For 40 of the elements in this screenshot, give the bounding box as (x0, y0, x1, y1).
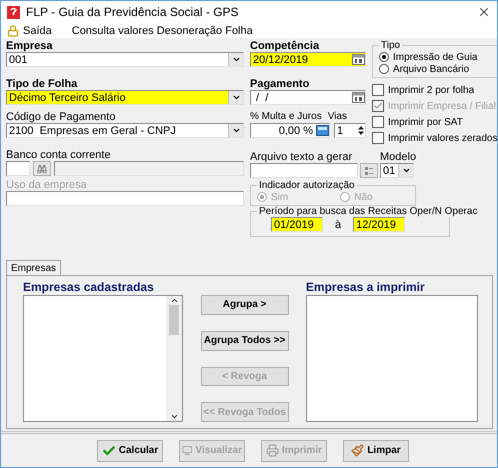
field-label: Banco conta corrente (6, 149, 112, 161)
checkbox-option[interactable]: Imprimir por SAT (372, 114, 497, 130)
field-label: Competência (250, 40, 320, 52)
list-title: Empresas cadastradas (23, 280, 155, 295)
window-title: FLP - Guia da Previdência Social - GPS (26, 5, 240, 19)
radio-option[interactable]: Impressão de Guia (379, 51, 493, 63)
footer-button[interactable]: Limpar (343, 440, 409, 462)
checkbox-option[interactable]: Imprimir 2 por folha (372, 82, 497, 98)
competencia-field[interactable]: 20/12/2019 (250, 52, 366, 67)
group-label: Indicador autorização (258, 180, 356, 191)
field-label: Vias (328, 111, 347, 123)
field-label: Código de Pagamento (6, 111, 116, 123)
checkbox-option[interactable]: Imprimir valores zerados (372, 130, 497, 146)
field-label: Empresa (6, 40, 54, 52)
empresa-field[interactable]: 001 (6, 52, 244, 67)
group-label: Tipo (380, 40, 402, 51)
radio-option[interactable]: Arquivo Bancário (379, 63, 493, 75)
codigo-pagamento-field[interactable]: 2100 Empresas em Geral - CNPJ (6, 123, 244, 138)
group-label: Período para busca das Receitas Oper/N Operac (258, 206, 478, 217)
transfer-button[interactable]: Agrupa Todos >> (200, 330, 289, 350)
footer-button[interactable]: Calcular (97, 440, 163, 462)
multa-juros-field[interactable]: 0,00 % (250, 123, 330, 138)
field-label: Modelo (380, 151, 414, 163)
pagamento-field[interactable]: / / (250, 90, 366, 105)
tipo-folha-field[interactable]: Décimo Terceiro Salário (6, 90, 244, 105)
transfer-button[interactable]: Agrupa > (200, 295, 289, 315)
periodo-start-field[interactable]: 01/2019 (271, 217, 323, 232)
tab[interactable]: Empresas (6, 260, 62, 275)
periodo-end-field[interactable]: 12/2019 (353, 217, 406, 232)
menu-item[interactable]: Consulta valores Desoneração Folha (72, 24, 253, 36)
field-label: Uso da empresa (6, 179, 88, 191)
list-title: Empresas a imprimir (306, 280, 426, 295)
field-label: % Multa e Juros (250, 111, 322, 123)
menu-item[interactable]: Saída (7, 24, 52, 36)
range-separator: à (335, 218, 342, 230)
field-label: Pagamento (250, 78, 310, 90)
field-label: Tipo de Folha (6, 78, 78, 90)
field-label: Arquivo texto a gerar (250, 151, 354, 163)
vias-spinner[interactable]: 1 (334, 123, 366, 138)
modelo-select[interactable]: 01 (380, 163, 414, 178)
